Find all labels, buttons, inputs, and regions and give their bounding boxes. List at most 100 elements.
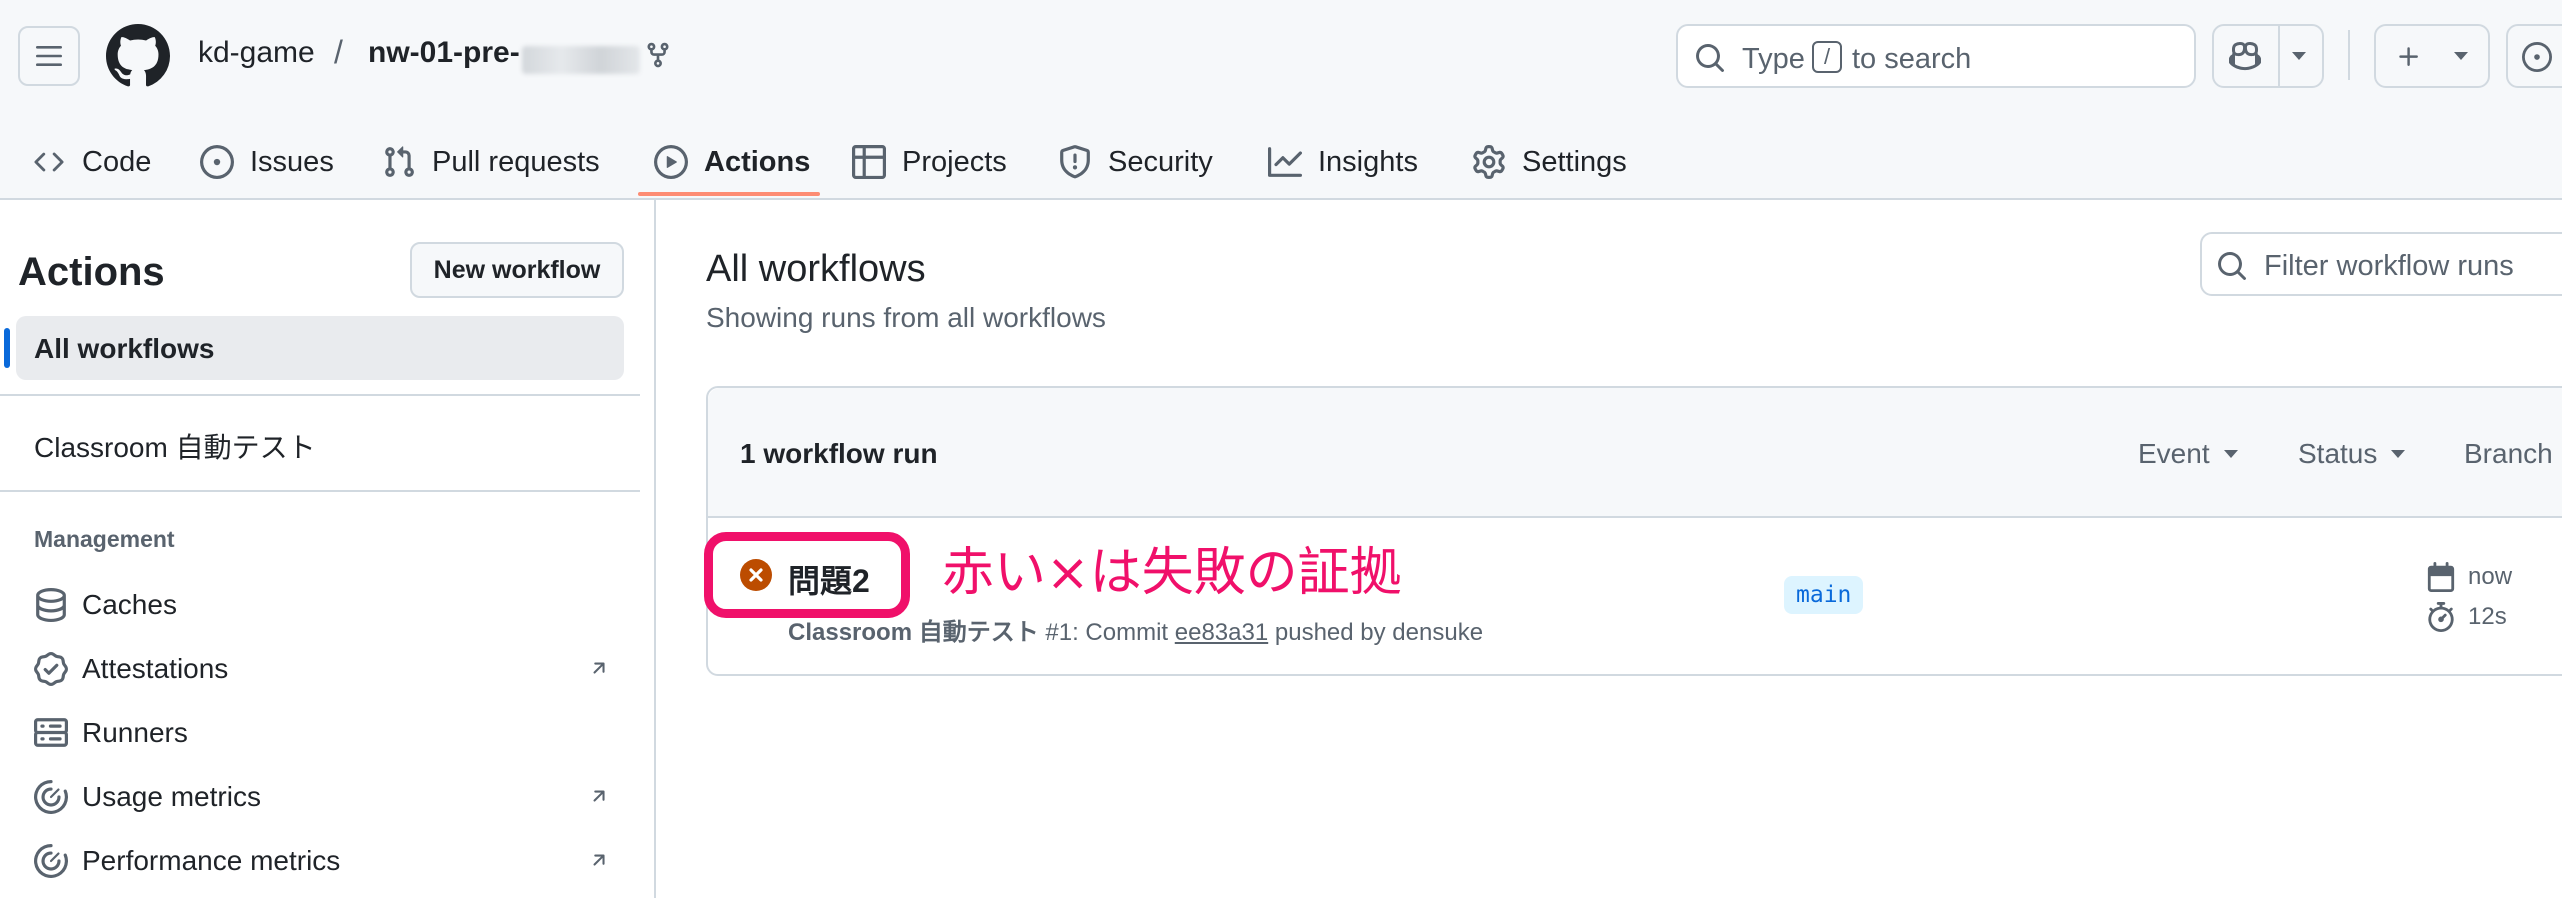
run-meta-suffix: pushed by densuke bbox=[1274, 619, 1484, 646]
sidebar-item-label: Runners bbox=[82, 717, 188, 748]
sidebar-item-all-workflows[interactable]: All workflows bbox=[4, 316, 624, 380]
create-new-button[interactable] bbox=[2374, 24, 2490, 88]
dropdown-label: Status bbox=[2298, 438, 2378, 469]
git-pull-request-icon bbox=[385, 146, 414, 177]
button-divider bbox=[2278, 26, 2280, 86]
meter-icon bbox=[34, 780, 68, 814]
dropdown-label: Branch bbox=[2464, 438, 2553, 469]
play-icon bbox=[654, 145, 688, 179]
actions-sidebar: Actions New workflow All workflows Class… bbox=[0, 200, 656, 898]
tab-issues[interactable]: Issues bbox=[200, 124, 334, 200]
redacted-text bbox=[522, 46, 640, 74]
copilot-icon bbox=[2229, 41, 2261, 71]
tab-label: Code bbox=[82, 145, 152, 178]
repo-header: kd-game / nw-01-pre- Type / to search Co… bbox=[0, 0, 2562, 200]
commit-sha-link[interactable]: ee83a31 bbox=[1175, 619, 1268, 646]
menu-button[interactable] bbox=[18, 26, 80, 86]
sidebar-item-runners[interactable]: Runners bbox=[34, 711, 614, 755]
search-shortcut-key: / bbox=[1812, 41, 1842, 73]
sidebar-item-usage-metrics[interactable]: Usage metrics bbox=[34, 775, 614, 819]
tab-code[interactable]: Code bbox=[32, 124, 151, 200]
tab-insights[interactable]: Insights bbox=[1268, 124, 1418, 200]
run-duration: 12s bbox=[2426, 602, 2507, 632]
external-link-arrow-icon bbox=[593, 854, 605, 866]
calendar-icon bbox=[2427, 562, 2455, 592]
sidebar-item-label: Caches bbox=[82, 589, 177, 620]
new-workflow-button[interactable]: New workflow bbox=[410, 242, 624, 298]
chevron-down-icon[interactable] bbox=[2292, 52, 2306, 60]
run-title-link[interactable]: 問題2 bbox=[788, 556, 870, 602]
tab-label: Actions bbox=[704, 145, 811, 178]
branch-filter-dropdown[interactable]: Branch bbox=[2464, 438, 2553, 470]
your-issues-button[interactable] bbox=[2506, 24, 2562, 88]
tab-pull-requests[interactable]: Pull requests bbox=[382, 124, 600, 200]
breadcrumb-separator: / bbox=[334, 34, 343, 70]
sidebar-divider bbox=[0, 490, 640, 492]
shield-icon bbox=[1060, 145, 1090, 179]
dropdown-label: Event bbox=[2138, 438, 2210, 469]
runs-list-header: 1 workflow run Event Status Branch bbox=[708, 388, 2562, 518]
graph-icon bbox=[1268, 147, 1302, 177]
selected-indicator bbox=[4, 328, 10, 368]
page-title: All workflows bbox=[706, 248, 926, 290]
tab-label: Settings bbox=[1522, 145, 1627, 178]
tab-security[interactable]: Security bbox=[1058, 124, 1213, 200]
repo-nav-tabs: Code Issues Pull requests Actions Projec… bbox=[0, 124, 2562, 200]
plus-icon bbox=[2399, 47, 2418, 66]
run-timestamp: now bbox=[2426, 562, 2512, 592]
run-count: 1 workflow run bbox=[740, 438, 938, 469]
meter-icon bbox=[34, 844, 68, 878]
branch-badge[interactable]: main bbox=[1784, 576, 1864, 614]
search-icon bbox=[1696, 44, 1724, 72]
breadcrumb-repo[interactable]: nw-01-pre- bbox=[368, 36, 520, 70]
run-workflow-name: Classroom 自動テスト bbox=[788, 619, 1039, 646]
annotation-text: 赤い×は失敗の証拠 bbox=[942, 543, 1402, 603]
search-icon bbox=[2218, 252, 2246, 280]
sidebar-item-caches[interactable]: Caches bbox=[34, 583, 614, 627]
run-meta: Classroom 自動テスト #1: Commit ee83a31 pushe… bbox=[788, 612, 1483, 647]
tab-label: Insights bbox=[1318, 145, 1418, 178]
copilot-button[interactable] bbox=[2212, 24, 2324, 88]
event-filter-dropdown[interactable]: Event bbox=[2138, 438, 2238, 470]
tab-settings[interactable]: Settings bbox=[1472, 124, 1627, 200]
external-link-arrow-icon bbox=[593, 662, 605, 674]
tab-label: Pull requests bbox=[432, 145, 600, 178]
x-circle-fill-icon bbox=[740, 559, 772, 591]
breadcrumb-owner[interactable]: kd-game bbox=[198, 36, 315, 70]
search-input[interactable]: Type / to search bbox=[1676, 24, 2196, 88]
filter-workflow-runs-input[interactable]: Filter workflow runs bbox=[2200, 232, 2562, 296]
header-divider bbox=[2348, 30, 2350, 80]
chevron-down-icon bbox=[2454, 52, 2468, 60]
tab-label: Projects bbox=[902, 145, 1007, 178]
verified-icon bbox=[34, 652, 68, 686]
hamburger-icon bbox=[36, 46, 62, 66]
top-bar: kd-game / nw-01-pre- Type / to search bbox=[0, 0, 2562, 112]
issue-opened-icon bbox=[200, 145, 234, 179]
sidebar-title: Actions bbox=[18, 250, 165, 294]
page-subtitle: Showing runs from all workflows bbox=[706, 302, 1106, 333]
table-icon bbox=[852, 145, 886, 179]
stopwatch-icon bbox=[2428, 602, 2454, 632]
code-icon bbox=[34, 152, 64, 172]
external-link-arrow-icon bbox=[593, 790, 605, 802]
run-time: now bbox=[2468, 563, 2513, 590]
sidebar-item-performance-metrics[interactable]: Performance metrics bbox=[34, 839, 614, 883]
sidebar-item-workflow[interactable]: Classroom 自動テスト bbox=[34, 426, 316, 466]
sidebar-item-label: Performance metrics bbox=[82, 845, 341, 876]
status-filter-dropdown[interactable]: Status bbox=[2298, 438, 2406, 470]
issue-opened-icon bbox=[2522, 42, 2552, 72]
x-icon bbox=[749, 568, 763, 582]
sidebar-item-label: Attestations bbox=[82, 653, 229, 684]
chevron-down-icon bbox=[2223, 450, 2238, 458]
sidebar-divider bbox=[0, 394, 640, 396]
sidebar-item-attestations[interactable]: Attestations bbox=[34, 647, 614, 691]
sidebar-item-label: All workflows bbox=[34, 333, 215, 364]
management-heading: Management bbox=[34, 526, 175, 552]
search-suffix: to search bbox=[1852, 43, 1972, 75]
tab-projects[interactable]: Projects bbox=[852, 124, 1007, 200]
github-logo-icon[interactable] bbox=[106, 24, 170, 88]
tab-label: Security bbox=[1108, 145, 1213, 178]
tab-actions[interactable]: Actions bbox=[654, 124, 810, 200]
database-icon bbox=[36, 588, 66, 622]
run-duration-value: 12s bbox=[2468, 603, 2507, 630]
